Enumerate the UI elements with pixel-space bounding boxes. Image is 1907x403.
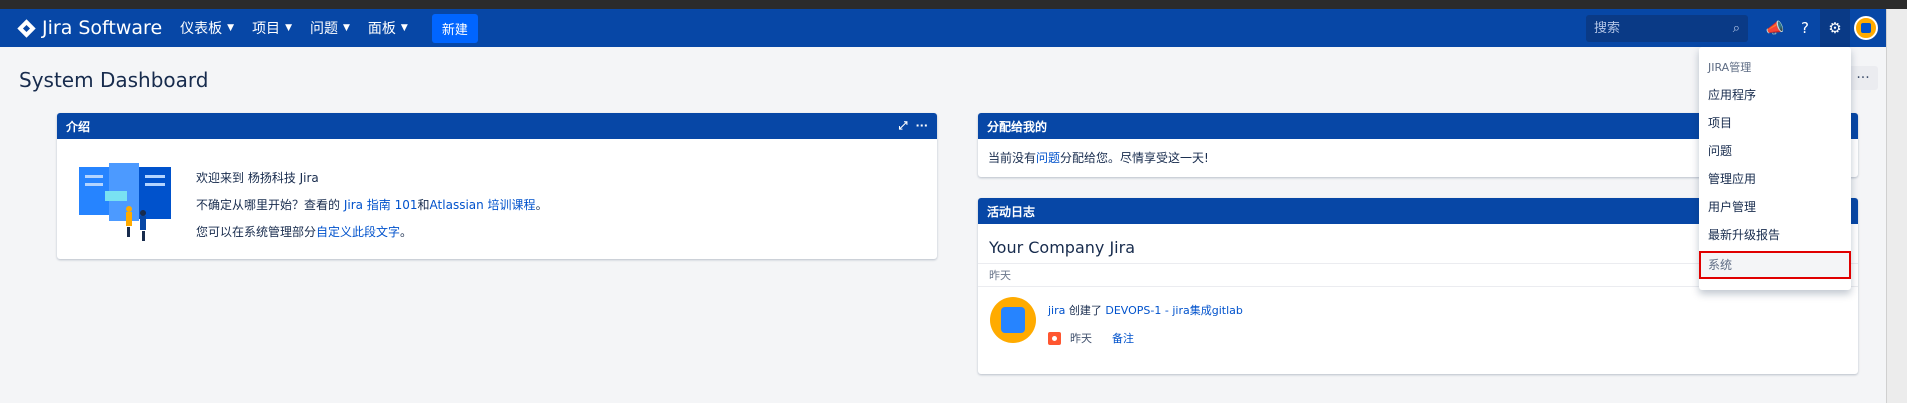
admin-menu-item-system[interactable]: 系统 xyxy=(1699,251,1851,279)
intro-line-3: 您可以在系统管理部分自定义此段文字。 xyxy=(196,219,548,246)
help-icon[interactable]: ? xyxy=(1790,9,1820,47)
user-avatar[interactable] xyxy=(1854,16,1878,40)
intro-gadget: 介绍 ⤢ ··· 欢迎来到 杨扬科技 Jira 不确定从哪里开始？查看的 Jir… xyxy=(57,113,937,259)
activity-user-link[interactable]: jira xyxy=(1048,304,1065,317)
menu-projects-label: 项目 xyxy=(252,21,281,37)
activity-gadget-title: 活动日志 xyxy=(987,204,1036,219)
admin-dropdown-menu: JIRA管理 应用程序 项目 问题 管理应用 用户管理 最新升级报告 系统 xyxy=(1699,47,1851,290)
window-top-strip xyxy=(0,0,1907,9)
activity-issue-link[interactable]: DEVOPS-1 - jira集成gitlab xyxy=(1105,304,1242,317)
jira-101-link[interactable]: Jira 指南 101 xyxy=(344,198,418,212)
admin-menu-item-projects[interactable]: 项目 xyxy=(1699,109,1851,137)
intro-line-3-suffix: 。 xyxy=(400,225,413,239)
assigned-gadget-title: 分配给我的 xyxy=(987,119,1048,134)
intro-line-2-suffix: 。 xyxy=(535,198,548,212)
atlassian-training-link[interactable]: Atlassian 培训课程 xyxy=(430,198,536,212)
activity-user-avatar[interactable] xyxy=(990,297,1036,343)
intro-line-3-prefix: 您可以在系统管理部分 xyxy=(196,225,317,239)
assigned-prefix: 当前没有 xyxy=(988,151,1037,165)
gadget-tools: ⤢ ··· xyxy=(899,119,928,133)
intro-line-2-prefix: 不确定从哪里开始？查看的 xyxy=(196,198,344,212)
chevron-down-icon: ▼ xyxy=(227,23,235,33)
admin-menu-item-upgrade-report[interactable]: 最新升级报告 xyxy=(1699,221,1851,249)
menu-boards-label: 面板 xyxy=(367,21,396,37)
activity-action: 创建了 xyxy=(1065,304,1106,317)
chevron-down-icon: ▼ xyxy=(285,23,292,33)
dashboard-more-button[interactable]: ··· xyxy=(1848,66,1878,90)
activity-time: 昨天 xyxy=(1070,332,1092,345)
activity-line: jira 创建了 DEVOPS-1 - jira集成gitlab xyxy=(1048,302,1243,318)
gear-icon[interactable]: ⚙ xyxy=(1820,9,1850,47)
intro-line-2: 不确定从哪里开始？查看的 Jira 指南 101和Atlassian 培训课程。 xyxy=(196,192,548,219)
search-box[interactable]: ⌕ xyxy=(1586,14,1748,42)
comment-link[interactable]: 备注 xyxy=(1112,330,1134,346)
chevron-down-icon: ▼ xyxy=(342,23,350,33)
menu-issues-label: 问题 xyxy=(309,21,338,37)
nav-right-tools: ⌕ 📣 ? ⚙ xyxy=(1586,9,1886,47)
assigned-suffix: 分配给您。尽情享受这一天! xyxy=(1060,151,1209,165)
intro-line-2-mid: 和 xyxy=(417,198,430,212)
admin-menu-item-manage-apps[interactable]: 管理应用 xyxy=(1699,165,1851,193)
top-navigation-bar: Jira Software 仪表板 ▼ 项目 ▼ 问题 ▼ 面板 ▼ 新建 ⌕ … xyxy=(0,9,1886,47)
issues-link[interactable]: 问题 xyxy=(1036,151,1060,165)
menu-issues[interactable]: 问题 ▼ xyxy=(310,18,350,38)
browser-scrollbar[interactable] xyxy=(1886,9,1907,403)
chevron-down-icon: ▼ xyxy=(400,23,408,33)
notifications-icon[interactable]: 📣 xyxy=(1760,9,1790,47)
expand-icon[interactable]: ⤢ xyxy=(899,119,908,133)
admin-menu-header: JIRA管理 xyxy=(1708,61,1752,74)
admin-menu-item-user-management[interactable]: 用户管理 xyxy=(1699,193,1851,221)
search-input[interactable] xyxy=(1594,20,1714,36)
create-button[interactable]: 新建 xyxy=(431,13,478,43)
admin-menu-item-applications[interactable]: 应用程序 xyxy=(1699,81,1851,109)
intro-gadget-title: 介绍 xyxy=(66,119,91,134)
activity-entry: jira 创建了 DEVOPS-1 - jira集成gitlab 昨天 备注 xyxy=(978,287,1858,356)
intro-illustration xyxy=(79,163,171,241)
customize-text-link[interactable]: 自定义此段文字 xyxy=(316,225,400,239)
activity-entry-content: jira 创建了 DEVOPS-1 - jira集成gitlab 昨天 备注 xyxy=(1048,297,1243,346)
activity-meta: 昨天 备注 xyxy=(1048,330,1243,346)
intro-text: 欢迎来到 杨扬科技 Jira 不确定从哪里开始？查看的 Jira 指南 101和… xyxy=(196,165,548,246)
jira-logo[interactable]: Jira Software xyxy=(17,17,163,39)
bug-icon xyxy=(1048,331,1061,345)
menu-boards[interactable]: 面板 ▼ xyxy=(368,18,408,38)
intro-line-1: 欢迎来到 杨扬科技 Jira xyxy=(196,171,319,185)
menu-dashboards-label: 仪表板 xyxy=(180,21,223,37)
menu-projects[interactable]: 项目 ▼ xyxy=(252,18,292,38)
intro-gadget-header: 介绍 ⤢ ··· xyxy=(57,113,937,139)
more-icon[interactable]: ··· xyxy=(915,119,928,133)
intro-gadget-body: 欢迎来到 杨扬科技 Jira 不确定从哪里开始？查看的 Jira 指南 101和… xyxy=(57,139,937,259)
page-title: System Dashboard xyxy=(19,68,209,92)
admin-menu-item-issues[interactable]: 问题 xyxy=(1699,137,1851,165)
search-icon: ⌕ xyxy=(1732,20,1740,36)
menu-dashboards[interactable]: 仪表板 ▼ xyxy=(180,18,234,38)
logo-text: Jira Software xyxy=(42,17,163,39)
main-menu: 仪表板 ▼ 项目 ▼ 问题 ▼ 面板 ▼ xyxy=(180,18,426,38)
jira-logo-icon xyxy=(17,18,36,38)
